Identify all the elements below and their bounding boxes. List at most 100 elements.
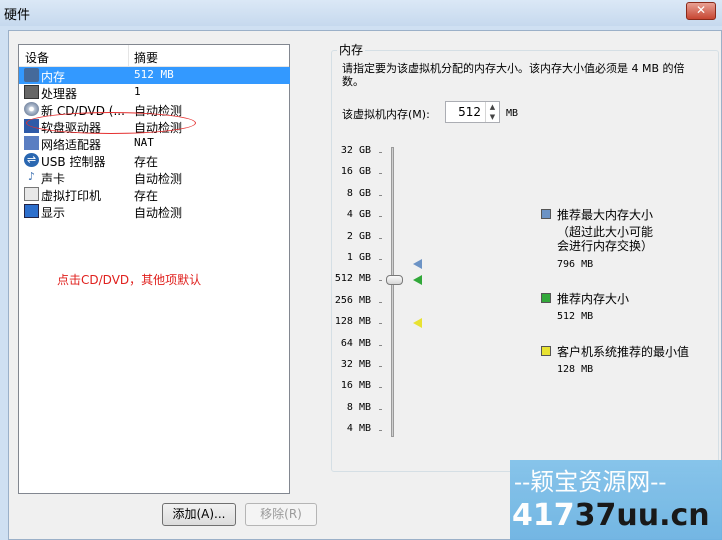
scale-tick-label: 32 GB — [340, 145, 371, 156]
scale-tick-label: 8 MB — [346, 401, 371, 413]
memory-field-label: 该虚拟机内存(M): — [342, 108, 430, 121]
device-summary: 自动检测 — [134, 206, 183, 220]
memory-slider-thumb[interactable] — [386, 275, 403, 285]
scale-tick-mark — [379, 173, 382, 175]
device-row-printer[interactable]: 虚拟打印机 存在 — [19, 186, 289, 203]
scale-tick-label: 4 MB — [346, 423, 371, 435]
add-button[interactable]: 添加(A)... — [162, 503, 236, 526]
device-row-usb[interactable]: ⇌ USB 控制器 存在 — [19, 152, 289, 169]
device-name: 显示 — [41, 206, 66, 220]
memory-slider-track[interactable] — [391, 147, 394, 437]
device-row-sound[interactable]: ♪ 声卡 自动检测 — [19, 169, 289, 186]
column-header-device[interactable]: 设备 — [25, 49, 49, 66]
scale-tick-mark — [379, 301, 382, 303]
printer-icon — [24, 187, 39, 201]
scale-tick-label: 64 MB — [340, 337, 371, 349]
scale-tick-mark — [379, 344, 382, 346]
column-separator[interactable] — [128, 45, 129, 67]
device-summary: 512 MB — [134, 68, 174, 81]
legend-value-min: 128 MB — [557, 364, 594, 375]
legend-label-max: 推荐最大内存大小 — [557, 208, 654, 222]
scale-tick-label: 2 GB — [346, 230, 371, 242]
stepper-arrows[interactable]: ▲ ▼ — [485, 102, 499, 122]
device-name: 虚拟打印机 — [41, 189, 102, 203]
watermark-line2: 41737uu.cn — [512, 498, 710, 533]
scale-tick-label: 1 GB — [346, 252, 371, 263]
network-adapter-icon — [24, 136, 39, 150]
watermark-line2b: 37uu.cn — [574, 498, 710, 533]
memory-group-title: 内存 — [337, 41, 366, 58]
increment-icon[interactable]: ▲ — [486, 102, 499, 112]
device-row-display[interactable]: 显示 自动检测 — [19, 203, 289, 220]
device-list: 设备 摘要 内存 512 MB 处理器 1 新 CD/DVD (... 自动检测… — [18, 44, 290, 494]
device-row-processor[interactable]: 处理器 1 — [19, 84, 289, 101]
legend-swatch-min — [541, 346, 551, 356]
scale-tick-mark — [379, 216, 382, 218]
max-recommended-marker — [413, 259, 422, 269]
device-row-memory[interactable]: 内存 512 MB — [19, 67, 290, 84]
legend-value-recommended: 512 MB — [557, 311, 594, 322]
cd-dvd-icon — [24, 102, 39, 116]
memory-icon — [24, 68, 39, 82]
scale-tick-mark — [379, 237, 382, 239]
legend-label-min: 客户机系统推荐的最小值 — [557, 345, 690, 359]
annotation-note: 点击CD/DVD，其他项默认 — [57, 273, 202, 287]
device-summary: 存在 — [134, 155, 159, 169]
scale-tick-mark — [379, 280, 382, 282]
close-icon: ✕ — [695, 3, 707, 17]
scale-tick-mark — [379, 194, 382, 196]
legend-note-text: （超过此大小可能 会进行内存交换） — [557, 225, 654, 253]
device-name: 声卡 — [41, 172, 66, 186]
memory-unit: MB — [506, 108, 519, 119]
scale-tick-mark — [379, 366, 382, 367]
title-bar: 硬件 ✕ — [0, 0, 722, 26]
scale-tick-label: 16 MB — [340, 380, 371, 392]
close-button[interactable]: ✕ — [686, 2, 716, 20]
scale-tick-label: 8 GB — [346, 187, 371, 199]
watermark-line1: --颖宝资源网-- — [514, 468, 667, 496]
remove-button[interactable]: 移除(R) — [245, 503, 317, 526]
legend-swatch-max — [541, 209, 551, 219]
scale-tick-mark — [379, 259, 382, 260]
scale-tick-mark — [379, 408, 382, 410]
decrement-icon[interactable]: ▼ — [486, 112, 499, 122]
watermark: --颖宝资源网-- 41737uu.cn — [510, 460, 722, 540]
memory-size-value[interactable]: 512 — [458, 105, 481, 119]
scale-tick-label: 256 MB — [334, 294, 371, 306]
scale-tick-mark — [379, 430, 382, 432]
scale-tick-label: 32 MB — [340, 359, 371, 370]
device-name: 处理器 — [41, 87, 78, 101]
scale-tick-label: 512 MB — [334, 273, 371, 285]
device-summary: 自动检测 — [134, 172, 183, 186]
usb-icon: ⇌ — [24, 153, 39, 167]
min-recommended-marker — [413, 318, 422, 328]
scale-tick-mark — [379, 152, 382, 153]
sound-card-icon: ♪ — [24, 170, 39, 184]
watermark-line2a: 417 — [512, 498, 575, 533]
device-summary: NAT — [134, 136, 154, 149]
device-row-network[interactable]: 网络适配器 NAT — [19, 135, 289, 152]
legend-note-max: （超过此大小可能 会进行内存交换） — [557, 225, 653, 253]
highlight-ellipse — [26, 112, 196, 134]
memory-description: 请指定要为该虚拟机分配的内存大小。该内存大小值必须是 4 MB 的倍数。 — [342, 62, 685, 88]
device-name: 网络适配器 — [41, 138, 102, 152]
processor-icon — [24, 85, 39, 99]
scale-tick-label: 16 GB — [340, 166, 371, 178]
legend-value-max: 796 MB — [557, 259, 594, 270]
window-title: 硬件 — [4, 8, 31, 23]
column-header-summary[interactable]: 摘要 — [134, 49, 158, 66]
legend-swatch-recommended — [541, 293, 551, 303]
scale-tick-mark — [379, 323, 382, 325]
scale-tick-label: 128 MB — [334, 316, 371, 328]
memory-size-stepper[interactable]: 512 ▲ ▼ — [445, 101, 500, 123]
legend-label-recommended: 推荐内存大小 — [557, 292, 630, 306]
display-icon — [24, 204, 39, 218]
device-summary: 1 — [134, 85, 141, 98]
device-name: 内存 — [41, 70, 66, 84]
recommended-marker — [413, 275, 422, 285]
list-header: 设备 摘要 — [19, 45, 289, 67]
scale-tick-label: 4 GB — [346, 209, 371, 221]
device-name: USB 控制器 — [41, 155, 106, 169]
scale-tick-mark — [379, 387, 382, 389]
device-summary: 存在 — [134, 189, 159, 203]
